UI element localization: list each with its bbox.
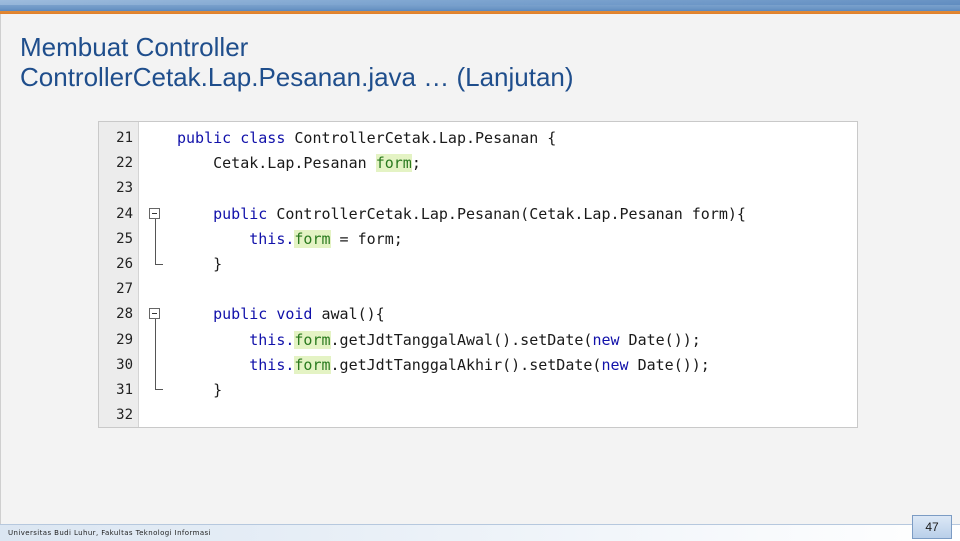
line-number: 22: [116, 155, 133, 172]
code-token: ;: [411, 154, 421, 173]
code-text: this.form.getJdtTanggalAwal().setDate(ne…: [177, 328, 701, 353]
keyword-token: this.: [177, 330, 295, 349]
field-token: form: [375, 154, 412, 173]
slide-title: Membuat Controller ControllerCetak.Lap.P…: [20, 32, 574, 92]
line-number: 24: [116, 205, 133, 222]
line-number: 26: [116, 256, 133, 272]
code-text: }: [177, 252, 222, 277]
code-text: this.form = form;: [177, 227, 403, 252]
code-line: 31 }: [99, 378, 857, 403]
code-token: ControllerCetak.Lap.Pesanan {: [294, 129, 557, 147]
field-token: form: [294, 229, 331, 248]
footer-institution: Universitas Budi Luhur, Fakultas Teknolo…: [8, 529, 211, 537]
keyword-token: this.: [177, 229, 295, 248]
code-text: Cetak.Lap.Pesanan form;: [177, 151, 421, 176]
code-line: 32: [99, 403, 857, 427]
keyword-token: new: [592, 330, 620, 349]
code-line: 24 public ControllerCetak.Lap.Pesanan(Ce…: [99, 202, 857, 227]
keyword-token: public class: [177, 129, 295, 147]
keyword-token: public void: [177, 305, 322, 324]
code-line: 28 public void awal(){: [99, 302, 857, 327]
line-number: 23: [116, 180, 133, 197]
code-token: }: [177, 381, 223, 399]
code-text: public ControllerCetak.Lap.Pesanan(Cetak…: [177, 202, 746, 227]
code-line: 25 this.form = form;: [99, 227, 857, 252]
page-number-badge: 47: [912, 515, 952, 539]
slide-title-line-1: Membuat Controller: [20, 32, 249, 62]
code-token: ControllerCetak.Lap.Pesanan(Cetak.Lap.Pe…: [276, 204, 746, 223]
code-token: Date());: [628, 355, 710, 374]
line-number: 27: [116, 281, 133, 298]
slide-title-line-2: ControllerCetak.Lap.Pesanan.java … (Lanj…: [20, 62, 574, 92]
keyword-token: this.: [177, 355, 295, 374]
code-token: Cetak.Lap.Pesanan: [177, 154, 376, 173]
code-line: 29 this.form.getJdtTanggalAwal().setDate…: [99, 328, 857, 353]
line-number: 30: [116, 356, 133, 373]
code-line: 22 Cetak.Lap.Pesanan form;: [99, 151, 857, 176]
code-token: = form;: [330, 229, 403, 248]
line-number: 29: [116, 331, 133, 348]
line-number: 28: [116, 306, 133, 323]
code-token: }: [177, 255, 223, 273]
field-token: form: [294, 355, 331, 374]
code-text: this.form.getJdtTanggalAkhir().setDate(n…: [177, 353, 710, 378]
keyword-token: public: [177, 204, 277, 223]
keyword-token: new: [601, 355, 629, 374]
line-number: 32: [116, 407, 133, 424]
code-line: 30 this.form.getJdtTanggalAkhir().setDat…: [99, 353, 857, 378]
code-token: .getJdtTanggalAkhir().setDate(: [330, 355, 602, 374]
code-line: 23: [99, 176, 857, 201]
code-token: awal(){: [321, 305, 385, 324]
code-token: Date());: [619, 330, 701, 349]
code-text: public void awal(){: [177, 302, 385, 327]
code-screenshot: 21 public class ControllerCetak.Lap.Pesan…: [98, 121, 858, 428]
code-line: 27: [99, 277, 857, 302]
code-line: 26 }: [99, 252, 857, 277]
code-line: 21 public class ControllerCetak.Lap.Pesan…: [99, 126, 857, 151]
code-text: }: [177, 378, 222, 403]
top-accent-band: [0, 0, 960, 14]
line-number: 21: [116, 130, 133, 146]
line-number: 25: [116, 230, 133, 247]
field-token: form: [294, 330, 331, 349]
code-text: public class ControllerCetak.Lap.Pesanan…: [177, 126, 556, 151]
line-number: 31: [116, 382, 133, 398]
code-token: .getJdtTanggalAwal().setDate(: [330, 330, 593, 349]
